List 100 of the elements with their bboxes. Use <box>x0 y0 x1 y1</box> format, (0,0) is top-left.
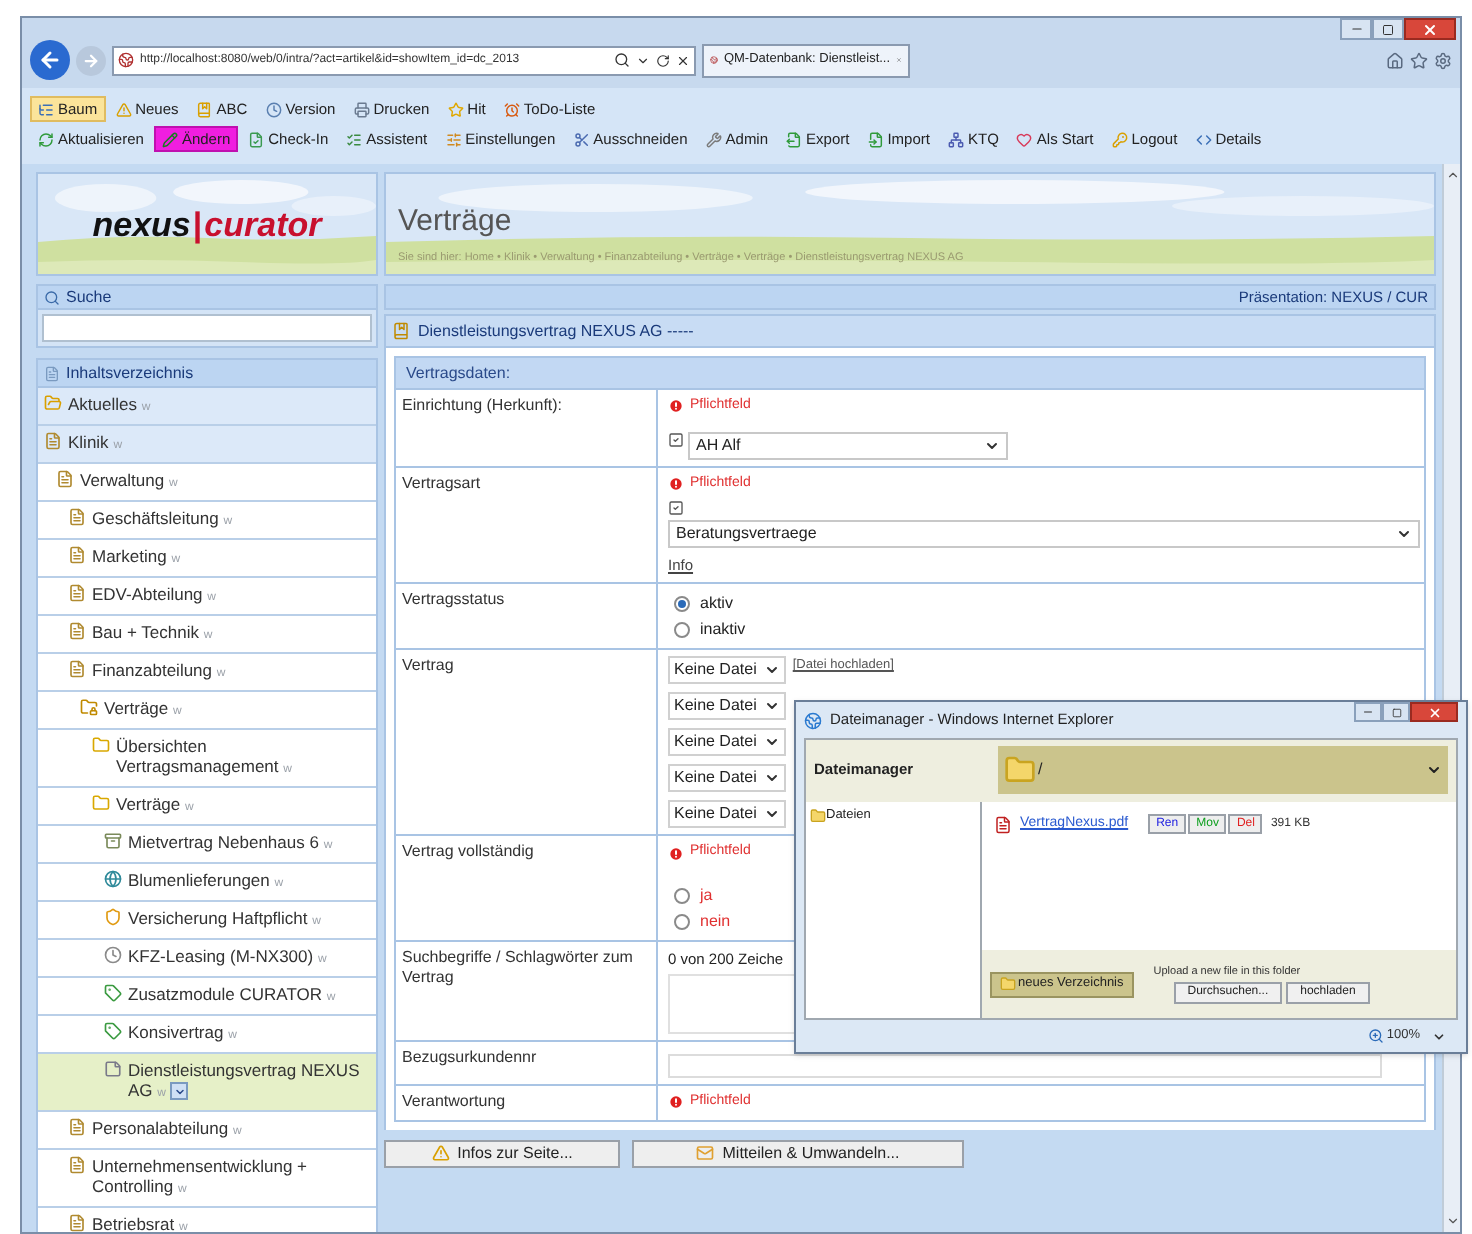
book-icon <box>196 101 213 117</box>
toc-title: Inhaltsverzeichnis <box>66 361 194 385</box>
field-label: Vertrag <box>402 656 456 677</box>
close-icon <box>1427 705 1441 719</box>
alert-icon <box>668 398 684 415</box>
stop-icon <box>676 53 690 67</box>
alert-icon <box>668 1094 684 1111</box>
footer-button[interactable]: Infos zur Seite... <box>384 1139 620 1167</box>
file-in-icon <box>867 131 884 147</box>
dropdown[interactable]: AH Alf <box>688 431 1008 459</box>
dropdown[interactable]: Beratungsvertraege <box>668 520 1420 548</box>
forward-icon <box>82 51 100 69</box>
close-button[interactable] <box>1404 18 1456 40</box>
page-icon <box>68 508 86 526</box>
wrench-icon <box>705 131 722 147</box>
refresh-icon <box>38 131 54 147</box>
page-icon <box>68 660 86 678</box>
radio-button[interactable] <box>674 622 690 639</box>
pdf-icon <box>994 815 1012 834</box>
network-icon <box>947 131 964 147</box>
maximize-button[interactable] <box>1372 18 1404 40</box>
alert-icon <box>668 845 684 861</box>
clock-icon <box>265 101 282 117</box>
logo-separator: | <box>192 207 203 241</box>
warning-icon <box>115 101 132 117</box>
refresh-icon <box>656 53 670 67</box>
page-icon <box>68 1214 86 1232</box>
close-button[interactable] <box>1410 702 1458 722</box>
alert-folder-icon <box>44 394 62 412</box>
page-icon <box>68 1118 86 1136</box>
checkbox-icon <box>668 431 684 447</box>
file-out-icon <box>786 131 803 147</box>
tag-icon <box>104 984 122 1002</box>
input-field[interactable] <box>668 1054 1383 1078</box>
search-title: Suche <box>66 285 112 309</box>
archive-icon <box>104 832 122 850</box>
radio-button[interactable] <box>674 596 690 613</box>
dropdown[interactable]: Keine Datei <box>668 800 787 829</box>
close-icon <box>1422 21 1438 37</box>
back-button[interactable] <box>30 40 70 80</box>
logo-text: nexus <box>92 207 191 241</box>
settings-icon[interactable] <box>1434 51 1452 69</box>
sliders-icon <box>445 131 462 147</box>
folder-icon <box>1004 754 1036 786</box>
caret-icon[interactable] <box>1432 1029 1446 1043</box>
globe-icon <box>804 711 822 729</box>
key-icon <box>1111 131 1128 147</box>
printer-icon <box>353 101 370 117</box>
field-label: Vertragsart <box>402 473 483 493</box>
field-label: Vertragsstatus <box>402 590 507 611</box>
list-check-icon <box>346 131 363 147</box>
caret-icon <box>636 53 650 67</box>
code-icon <box>1195 131 1212 147</box>
globe-icon <box>118 52 134 68</box>
home-icon[interactable] <box>1386 51 1404 69</box>
alarm-icon <box>503 101 520 117</box>
dropdown[interactable]: Keine Datei <box>668 656 787 685</box>
field-label: Verantwortung <box>402 1092 508 1112</box>
book-icon <box>392 322 410 340</box>
heart-icon <box>1016 131 1033 147</box>
search-icon <box>44 289 60 305</box>
search-icon <box>614 52 630 68</box>
tree-icon <box>38 101 54 117</box>
star-icon[interactable] <box>1410 51 1428 69</box>
folder-icon <box>92 794 110 812</box>
radio-button[interactable] <box>674 913 690 930</box>
page-icon <box>68 1156 86 1174</box>
page-title: Verträge <box>398 205 514 236</box>
field-label: Einrichtung (Herkunft): <box>402 396 565 416</box>
page-icon <box>56 470 74 488</box>
file-check-icon <box>248 131 265 147</box>
maximize-icon <box>1391 707 1401 717</box>
radio-button[interactable] <box>674 887 690 904</box>
field-label: Bezugsurkundennr <box>402 1048 539 1068</box>
search-field[interactable] <box>42 314 372 342</box>
minimize-icon <box>1362 706 1374 718</box>
radio-label: aktiv <box>700 592 733 617</box>
minimize-button[interactable] <box>1354 702 1382 722</box>
scroll-down-icon <box>1445 1214 1459 1228</box>
page-icon <box>44 432 62 450</box>
caret-icon <box>764 806 781 823</box>
caret-icon <box>984 437 1000 453</box>
scissors-icon <box>573 131 590 147</box>
page-icon <box>68 584 86 602</box>
page-icon <box>68 622 86 640</box>
menu-button[interactable] <box>170 1082 188 1101</box>
footer-button[interactable]: Mitteilen & Umwandeln... <box>632 1139 964 1167</box>
dropdown[interactable]: Keine Datei <box>668 764 787 793</box>
radio-label: ja <box>700 883 713 908</box>
section-title: Vertragsdaten: <box>406 361 511 385</box>
zoom-icon <box>1368 1028 1385 1044</box>
back-icon <box>38 48 62 72</box>
mail-icon <box>696 1144 715 1162</box>
dropdown[interactable]: Keine Datei <box>668 692 787 721</box>
caret-icon <box>1426 762 1442 778</box>
tag-icon <box>104 1022 122 1040</box>
pencil-icon <box>161 131 178 147</box>
path-bar[interactable]: / <box>998 746 1448 794</box>
dropdown[interactable]: Keine Datei <box>668 728 787 757</box>
warning-icon <box>431 1144 450 1162</box>
